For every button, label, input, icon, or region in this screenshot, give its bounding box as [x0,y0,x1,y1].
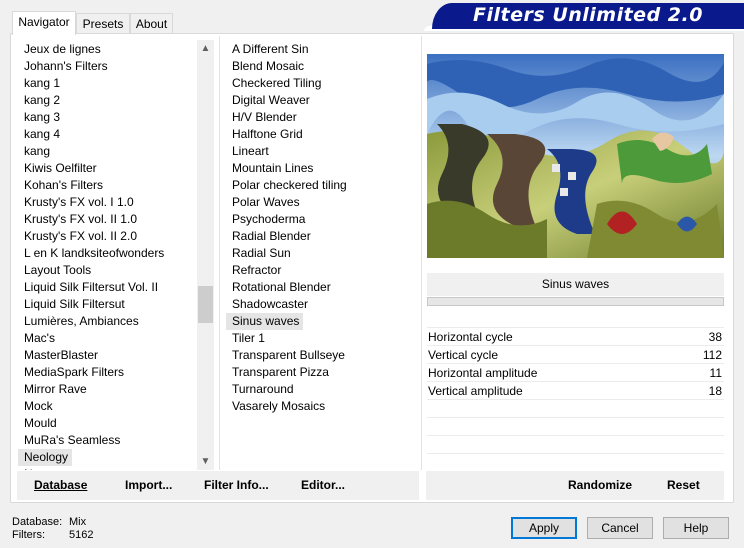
action-bar: Database Import... Filter Info... Editor… [17,471,419,500]
filter-list-item[interactable]: H/V Blender [226,109,301,126]
randomize-button[interactable]: Randomize [568,471,632,500]
category-list-item[interactable]: MuRa's Seamless [18,432,124,449]
cancel-button[interactable]: Cancel [587,517,653,539]
filter-list-item[interactable]: Halftone Grid [226,126,307,143]
category-list-item[interactable]: L en K landksiteofwonders [18,245,168,262]
filter-list-item[interactable]: Transparent Pizza [226,364,333,381]
param-row-horizontal-amplitude[interactable]: Horizontal amplitude 11 [427,364,724,382]
divider [427,417,724,418]
category-list-item[interactable]: kang 3 [18,109,64,126]
category-scrollbar[interactable]: ▲ ▼ [197,40,214,470]
filter-list-item[interactable]: Transparent Bullseye [226,347,349,364]
category-list-item[interactable]: Kiwis Oelfilter [18,160,101,177]
filter-list-item[interactable]: Turnaround [226,381,298,398]
param-label: Horizontal cycle [428,330,513,344]
filter-list-item[interactable]: Sinus waves [226,313,304,330]
help-button[interactable]: Help [663,517,729,539]
category-list[interactable]: Jeux de lignes Johann's Filters kang 1 kang… [18,40,196,470]
category-list-item[interactable]: Layout Tools [18,262,95,279]
filter-list-item[interactable]: Rotational Blender [226,279,335,296]
filter-list-item[interactable]: Tiler 1 [226,330,269,347]
category-list-item[interactable]: kang [18,143,54,160]
filter-list-item[interactable]: Radial Sun [226,245,295,262]
scroll-down-icon[interactable]: ▼ [197,453,214,470]
filter-list-item[interactable]: Lineart [226,143,273,160]
database-button[interactable]: Database [34,471,87,500]
filter-list-item[interactable]: Digital Weaver [226,92,314,109]
category-list-item[interactable]: kang 1 [18,75,64,92]
category-list-item[interactable]: Krusty's FX vol. II 1.0 [18,211,141,228]
import-button[interactable]: Import... [125,471,172,500]
tab-presets[interactable]: Presets [76,13,130,33]
filter-list-item[interactable]: Checkered Tiling [226,75,325,92]
param-label: Vertical amplitude [428,384,523,398]
filter-list-item[interactable]: Polar Waves [226,194,304,211]
category-list-item[interactable]: Mould [18,415,61,432]
divider [427,453,724,454]
editor-button[interactable]: Editor... [301,471,345,500]
param-value: 112 [702,348,722,362]
category-list-item[interactable]: Krusty's FX vol. II 2.0 [18,228,141,245]
param-row-horizontal-cycle[interactable]: Horizontal cycle 38 [427,328,724,346]
category-list-item[interactable]: Liquid Silk Filtersut [18,296,129,313]
filter-list-item[interactable]: Blend Mosaic [226,58,308,75]
filter-info-button[interactable]: Filter Info... [204,471,269,500]
category-list-item[interactable]: Jeux de lignes [18,41,105,58]
category-list-item[interactable]: kang 4 [18,126,64,143]
status-value: Mix [69,516,87,528]
category-list-item[interactable]: Mirror Rave [18,381,91,398]
category-list-item[interactable]: MasterBlaster [18,347,102,364]
category-list-item[interactable]: MediaSpark Filters [18,364,128,381]
category-list-item[interactable]: Mock [18,398,57,415]
filter-name: Sinus waves [427,273,724,296]
divider [427,435,724,436]
parameter-slider[interactable] [427,297,724,306]
divider [219,36,220,470]
filter-list-item[interactable]: Vasarely Mosaics [226,398,329,415]
param-label: Horizontal amplitude [428,366,538,380]
category-list-item[interactable]: Johann's Filters [18,58,112,75]
filter-list-item[interactable]: Refractor [226,262,285,279]
filter-list-item[interactable]: Mountain Lines [226,160,317,177]
param-value: 18 [708,384,722,398]
divider [421,36,422,470]
filter-list-item[interactable]: Shadowcaster [226,296,312,313]
status-label: Database: [12,516,63,528]
divider [427,399,724,400]
category-list-item[interactable]: Neology [18,449,73,466]
scroll-up-icon[interactable]: ▲ [197,40,214,57]
status-value: 5162 [69,529,94,541]
category-list-item[interactable]: Liquid Silk Filtersut Vol. II [18,279,162,296]
category-list-item[interactable]: Nes [18,466,49,470]
filter-list-item[interactable]: Radial Blender [226,228,315,245]
filter-list-item[interactable]: Psychoderma [226,211,309,228]
filter-list-item[interactable]: A Different Sin [226,41,313,58]
apply-button[interactable]: Apply [511,517,577,539]
filter-list-item[interactable]: Polar checkered tiling [226,177,351,194]
status-filters: Filters: 5162 [12,529,93,542]
category-list-item[interactable]: Kohan's Filters [18,177,107,194]
filter-list[interactable]: A Different Sin Blend Mosaic Checkered Til… [226,40,416,470]
status-database: Database: Mix [12,516,86,529]
param-row-vertical-amplitude[interactable]: Vertical amplitude 18 [427,382,724,400]
tab-about[interactable]: About [130,13,173,33]
param-value: 11 [709,366,722,380]
category-list-item[interactable]: Krusty's FX vol. I 1.0 [18,194,138,211]
status-label: Filters: [12,529,45,541]
reset-button[interactable]: Reset [667,471,700,500]
category-list-item[interactable]: Lumières, Ambiances [18,313,143,330]
preview-image [427,54,724,258]
banner-title: Filters Unlimited 2.0 [473,4,703,26]
param-row-vertical-cycle[interactable]: Vertical cycle 112 [427,346,724,364]
preview-action-bar: Randomize Reset [426,471,724,500]
category-list-item[interactable]: Mac's [18,330,59,347]
param-value: 38 [708,330,722,344]
param-label: Vertical cycle [428,348,499,362]
tab-navigator[interactable]: Navigator [12,11,76,35]
scroll-thumb[interactable] [198,286,213,323]
category-list-item[interactable]: kang 2 [18,92,64,109]
